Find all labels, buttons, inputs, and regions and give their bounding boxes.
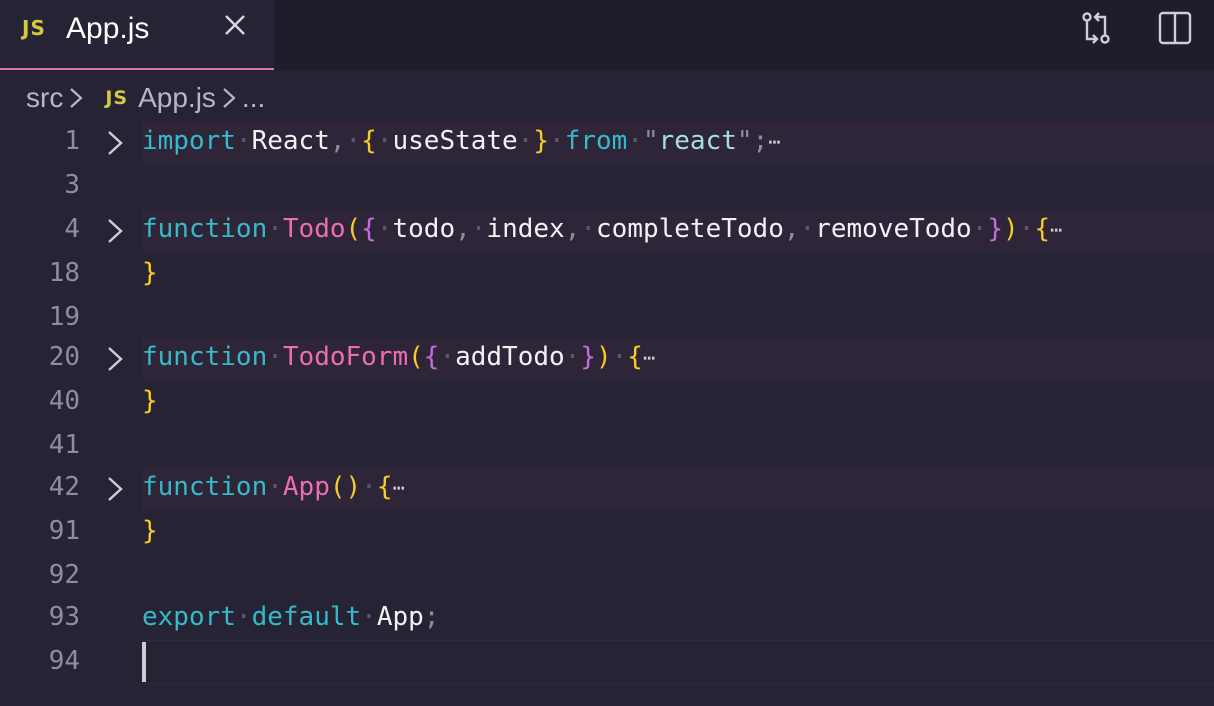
code-text: function·App()·{⋯	[142, 472, 405, 502]
breadcrumb: src JS App.js ...	[26, 80, 265, 116]
code-text: export·default·App;	[142, 602, 440, 632]
code-text: }	[142, 516, 158, 546]
line-number: 3	[64, 170, 80, 200]
fold-chevron-icon[interactable]	[104, 474, 126, 504]
line-number: 18	[48, 258, 80, 288]
code-text: function·TodoForm({·addTodo·})·{⋯	[142, 342, 655, 372]
javascript-file-icon: JS	[105, 87, 129, 109]
code-line: 3	[0, 164, 1214, 208]
text-cursor	[142, 642, 146, 682]
code-line: 94	[0, 640, 1214, 684]
tab-app-js[interactable]: JS App.js	[0, 0, 274, 70]
code-text: import·React,·{·useState·}·from·"react";…	[142, 126, 781, 156]
line-number: 4	[64, 214, 80, 244]
line-number: 91	[48, 516, 80, 546]
code-line: 40 }	[0, 380, 1214, 424]
folded-ellipsis-icon: ⋯	[392, 475, 405, 500]
line-number: 20	[48, 342, 80, 372]
folded-ellipsis-icon: ⋯	[768, 129, 781, 154]
code-text: function·Todo({·todo,·index,·completeTod…	[142, 214, 1063, 244]
line-number: 41	[48, 430, 80, 460]
tab-label: App.js	[66, 12, 150, 45]
line-number: 19	[48, 302, 80, 332]
javascript-file-icon: JS	[22, 16, 46, 40]
code-line: 19	[0, 296, 1214, 340]
breadcrumb-symbols[interactable]: ...	[242, 82, 265, 114]
code-line: 42 function·App()·{⋯	[0, 466, 1214, 510]
chevron-right-icon	[65, 80, 87, 116]
line-number: 1	[64, 126, 80, 156]
chevron-right-icon	[218, 80, 240, 116]
line-number: 40	[48, 386, 80, 416]
code-text: }	[142, 258, 158, 288]
code-text: }	[142, 386, 158, 416]
breadcrumb-file[interactable]: App.js	[138, 82, 216, 114]
code-line: 92	[0, 554, 1214, 598]
line-number: 94	[48, 646, 80, 676]
code-line: 93 export·default·App;	[0, 596, 1214, 640]
line-number: 93	[48, 602, 80, 632]
code-line: 4 function·Todo({·todo,·index,·completeT…	[0, 208, 1214, 252]
tab-bar: JS App.js	[0, 0, 1214, 70]
fold-chevron-icon[interactable]	[104, 216, 126, 246]
git-compare-icon[interactable]	[1078, 10, 1114, 46]
code-line: 18 }	[0, 252, 1214, 296]
line-number: 92	[48, 560, 80, 590]
code-line: 1 import·React,·{·useState·}·from·"react…	[0, 120, 1214, 164]
fold-chevron-icon[interactable]	[104, 344, 126, 374]
current-line-highlight	[142, 640, 1214, 684]
close-icon[interactable]	[220, 10, 250, 40]
code-line: 41	[0, 424, 1214, 468]
folded-ellipsis-icon: ⋯	[642, 345, 655, 370]
folded-ellipsis-icon: ⋯	[1050, 217, 1063, 242]
line-number: 42	[48, 472, 80, 502]
code-line: 91 }	[0, 510, 1214, 554]
breadcrumb-folder[interactable]: src	[26, 82, 63, 114]
fold-chevron-icon[interactable]	[104, 128, 126, 158]
code-line: 20 function·TodoForm({·addTodo·})·{⋯	[0, 336, 1214, 380]
split-editor-icon[interactable]	[1157, 10, 1193, 46]
